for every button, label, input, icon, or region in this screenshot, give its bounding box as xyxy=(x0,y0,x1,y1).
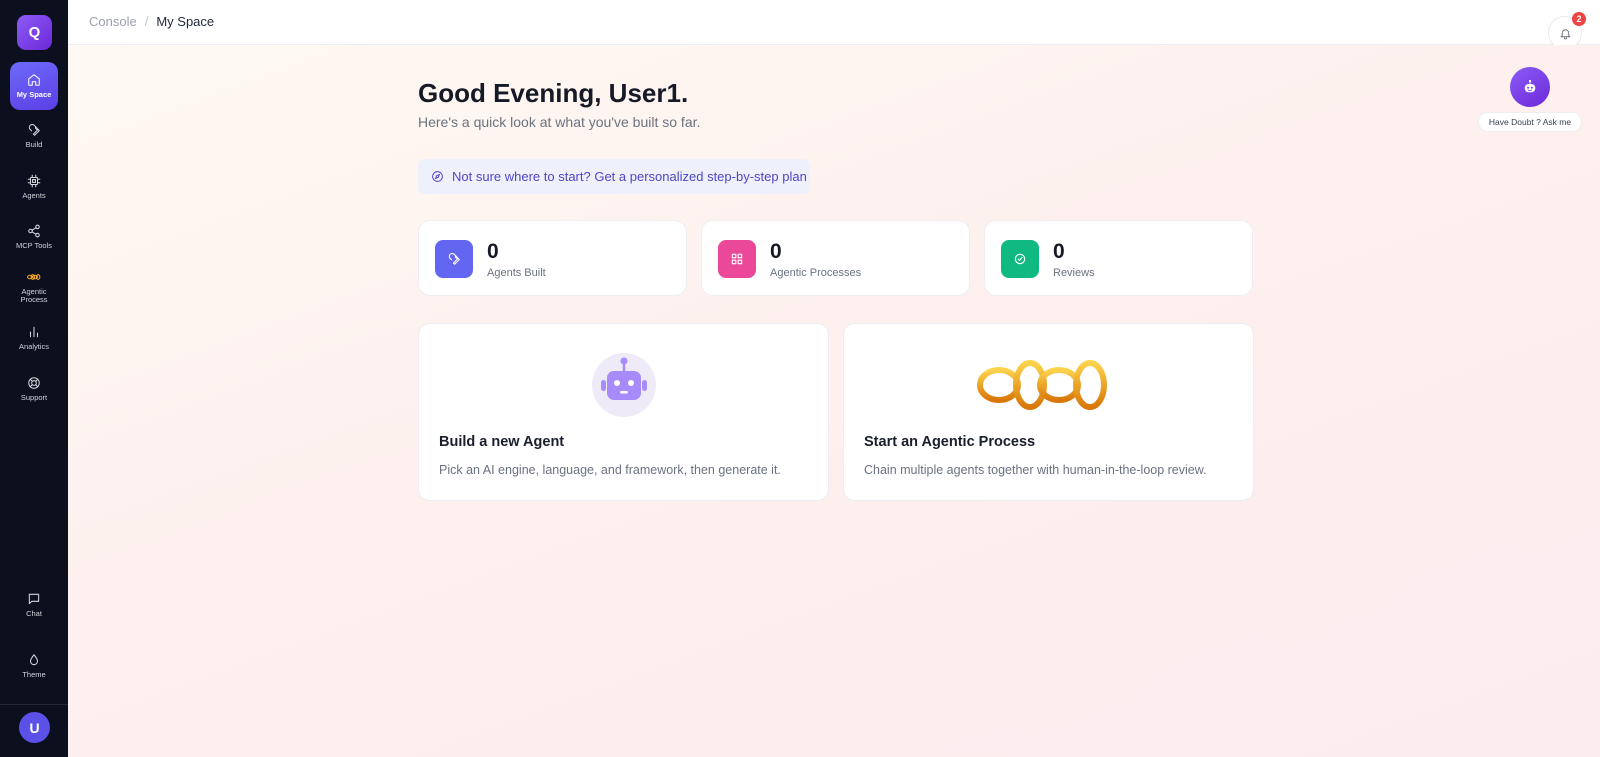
chain-links-icon xyxy=(27,274,41,280)
robot-icon xyxy=(592,353,656,417)
stat-card-reviews: 0 Reviews xyxy=(984,220,1253,296)
bar-chart-icon xyxy=(29,326,39,338)
chat-bubble-icon xyxy=(28,593,40,605)
sidebar-item-mcp-tools[interactable]: MCP Tools xyxy=(10,213,58,261)
sidebar-item-label: Analytics xyxy=(18,342,49,351)
agentic-process-card[interactable]: Start an Agentic Process Chain multiple … xyxy=(843,323,1254,501)
sidebar-item-support[interactable]: Support xyxy=(10,365,58,413)
share-nodes-icon xyxy=(28,224,40,238)
wrench-icon xyxy=(448,253,460,265)
sidebar-item-build[interactable]: Build xyxy=(10,112,58,160)
page-greeting: Good Evening, User1. xyxy=(418,78,689,108)
notification-badge: 2 xyxy=(1572,12,1586,26)
sidebar-item-label: Build xyxy=(25,140,43,149)
sidebar-item-agents[interactable]: Agents xyxy=(10,163,58,211)
personalized-plan-link[interactable]: Not sure where to start? Get a personali… xyxy=(418,159,810,194)
grid-icon xyxy=(731,253,743,265)
stat-value: 0 xyxy=(770,240,782,263)
droplet-icon xyxy=(29,654,39,666)
stat-label: Agents Built xyxy=(487,267,546,279)
breadcrumb-separator: / xyxy=(144,14,149,29)
lifebuoy-icon xyxy=(28,377,40,389)
breadcrumb-console-link[interactable]: Console xyxy=(89,14,137,29)
sidebar-item-analytics[interactable]: Analytics xyxy=(10,314,58,362)
sidebar: Q My Space Build Agents MCP Tools Agenti… xyxy=(0,0,68,757)
breadcrumb-current: My Space xyxy=(156,14,215,29)
assistant-tooltip[interactable]: Have Doubt ? Ask me xyxy=(1478,112,1582,132)
cpu-icon xyxy=(27,174,41,188)
card-description: Pick an AI engine, language, and framewo… xyxy=(439,463,781,477)
home-icon xyxy=(28,74,40,86)
user-avatar[interactable]: U xyxy=(19,712,50,743)
card-title: Start an Agentic Process xyxy=(864,434,1036,450)
check-circle-icon xyxy=(1014,253,1026,265)
stat-value: 0 xyxy=(1053,240,1065,263)
sidebar-item-label: Chat xyxy=(26,609,42,618)
app-logo[interactable]: Q xyxy=(17,15,52,50)
wrench-icon xyxy=(28,124,40,136)
robot-face-icon xyxy=(1524,79,1536,93)
sidebar-divider xyxy=(0,704,68,705)
sidebar-item-chat[interactable]: Chat xyxy=(10,581,58,629)
stat-icon-box xyxy=(435,240,473,278)
sidebar-item-theme[interactable]: Theme xyxy=(10,642,58,690)
page-subtitle: Here's a quick look at what you've built… xyxy=(418,114,701,130)
ask-assistant-button[interactable] xyxy=(1510,67,1550,107)
sidebar-item-label: Agents xyxy=(22,191,46,200)
sidebar-item-label: My Space xyxy=(16,90,52,99)
sidebar-item-my-space[interactable]: My Space xyxy=(10,62,58,110)
golden-chain-icon xyxy=(977,360,1107,410)
sidebar-item-label: MCP Tools xyxy=(16,241,52,250)
stat-label: Agentic Processes xyxy=(770,267,862,279)
top-bar: Console / My Space 2 xyxy=(68,0,1600,50)
build-agent-card[interactable]: Build a new Agent Pick an AI engine, lan… xyxy=(418,323,829,501)
card-description: Chain multiple agents together with huma… xyxy=(864,463,1207,477)
stat-icon-box xyxy=(718,240,756,278)
main-content: Good Evening, User1. Here's a quick look… xyxy=(68,45,1600,757)
sidebar-item-agentic-process[interactable]: Agentic Process xyxy=(10,263,58,311)
sidebar-item-label: Theme xyxy=(22,670,46,679)
personalized-plan-text: Not sure where to start? Get a personali… xyxy=(452,169,807,184)
stat-card-agentic-processes: 0 Agentic Processes xyxy=(701,220,970,296)
stat-label: Reviews xyxy=(1053,267,1095,279)
bell-icon xyxy=(1560,28,1570,39)
stat-card-agents-built: 0 Agents Built xyxy=(418,220,687,296)
card-title: Build a new Agent xyxy=(439,434,565,450)
stat-value: 0 xyxy=(487,240,499,263)
stat-icon-box xyxy=(1001,240,1039,278)
sidebar-item-label: Agentic Process xyxy=(20,287,48,304)
sidebar-item-label: Support xyxy=(20,393,48,402)
compass-icon xyxy=(432,171,443,182)
breadcrumb: Console / My Space xyxy=(89,14,214,29)
